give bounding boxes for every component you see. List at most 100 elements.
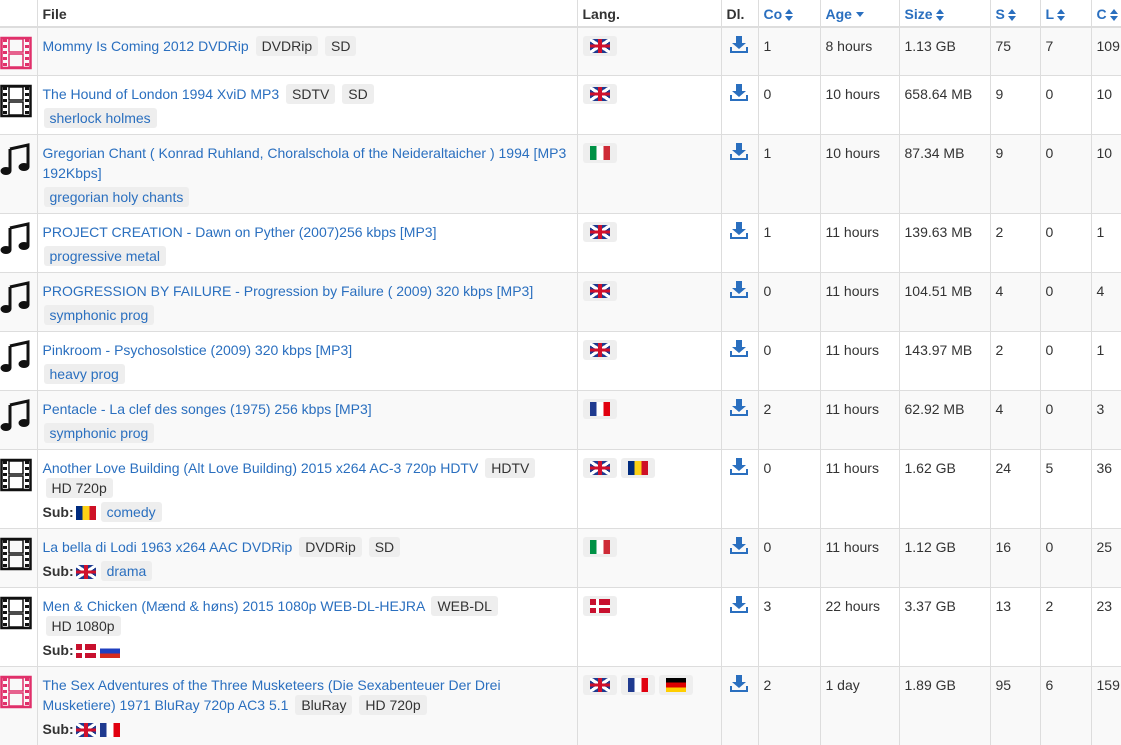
lang-cell xyxy=(577,332,721,391)
torrent-title-link[interactable]: Another Love Building (Alt Love Building… xyxy=(43,460,479,476)
header-s[interactable]: S xyxy=(990,0,1040,27)
sort-age-link[interactable]: Age xyxy=(826,6,852,22)
co-cell: 3 xyxy=(758,588,820,667)
music-note-icon xyxy=(0,143,37,182)
table-row: La bella di Lodi 1963 x264 AAC DVDRip DV… xyxy=(0,529,1121,588)
type-cell xyxy=(0,273,37,332)
flag-de-icon xyxy=(666,678,686,692)
download-icon[interactable] xyxy=(729,340,749,363)
sort-co-link[interactable]: Co xyxy=(764,6,783,22)
download-icon[interactable] xyxy=(729,84,749,107)
music-note-icon xyxy=(0,340,37,379)
torrent-title-link[interactable]: PROGRESSION BY FAILURE - Progression by … xyxy=(43,283,534,299)
l-cell: 0 xyxy=(1040,273,1091,332)
download-icon[interactable] xyxy=(729,36,749,59)
size-cell: 143.97 MB xyxy=(899,332,990,391)
size-cell: 1.62 GB xyxy=(899,450,990,529)
l-cell: 5 xyxy=(1040,450,1091,529)
download-cell xyxy=(721,450,758,529)
tag-line: heavy prog xyxy=(43,364,569,384)
size-cell: 1.12 GB xyxy=(899,529,990,588)
tag-link[interactable]: symphonic prog xyxy=(44,305,155,325)
flag-it-icon xyxy=(590,540,610,554)
language-flag xyxy=(659,675,693,695)
header-co[interactable]: Co xyxy=(758,0,820,27)
tag-link[interactable]: sherlock holmes xyxy=(44,108,157,128)
download-icon[interactable] xyxy=(729,537,749,560)
flag-it-icon xyxy=(590,146,610,160)
language-flag xyxy=(583,222,617,242)
flag-uk-icon xyxy=(590,39,610,53)
header-size[interactable]: Size xyxy=(899,0,990,27)
sort-desc-icon xyxy=(856,12,864,18)
torrent-title-link[interactable]: Pentacle - La clef des songes (1975) 256… xyxy=(43,401,372,417)
download-icon[interactable] xyxy=(729,675,749,698)
music-note-icon xyxy=(0,222,37,261)
file-cell: The Hound of London 1994 XviD MP3 SDTV S… xyxy=(37,76,577,135)
c-cell: 1 xyxy=(1091,332,1121,391)
download-icon[interactable] xyxy=(729,222,749,245)
language-flag xyxy=(583,143,617,163)
download-icon[interactable] xyxy=(729,399,749,422)
torrent-title-link[interactable]: Gregorian Chant ( Konrad Ruhland, Choral… xyxy=(43,145,567,181)
torrent-title-link[interactable]: Pinkroom - Psychosolstice (2009) 320 kbp… xyxy=(43,342,353,358)
sort-leechers-link[interactable]: L xyxy=(1046,6,1055,22)
sort-completed-link[interactable]: C xyxy=(1097,6,1107,22)
torrent-title-link[interactable]: PROJECT CREATION - Dawn on Pyther (2007)… xyxy=(43,224,437,240)
subtitle-flags xyxy=(76,642,124,658)
download-cell xyxy=(721,76,758,135)
torrent-title-link[interactable]: The Hound of London 1994 XviD MP3 xyxy=(43,86,280,102)
tag-link[interactable]: gregorian holy chants xyxy=(44,187,190,207)
l-cell: 0 xyxy=(1040,135,1091,214)
film-strip-icon xyxy=(0,84,37,123)
header-lang-label: Lang. xyxy=(583,6,620,22)
language-flag xyxy=(621,675,655,695)
download-icon[interactable] xyxy=(729,281,749,304)
tag-link[interactable]: symphonic prog xyxy=(44,423,155,443)
c-cell: 4 xyxy=(1091,273,1121,332)
torrent-title-link[interactable]: The Sex Adventures of the Three Musketee… xyxy=(43,677,501,713)
torrent-table: File Lang. Dl. Co Age Size S L C Mommy I… xyxy=(0,0,1121,745)
type-cell xyxy=(0,332,37,391)
lang-cell xyxy=(577,588,721,667)
tag-link[interactable]: comedy xyxy=(101,502,162,522)
sort-seeders-link[interactable]: S xyxy=(996,6,1005,22)
header-l[interactable]: L xyxy=(1040,0,1091,27)
film-strip-icon xyxy=(0,675,37,714)
download-cell xyxy=(721,391,758,450)
language-flag xyxy=(583,36,617,56)
flag-ru-icon xyxy=(100,644,120,658)
tag-link[interactable]: heavy prog xyxy=(44,364,125,384)
quality-badge: SD xyxy=(342,84,373,104)
flag-uk-icon xyxy=(590,343,610,357)
torrent-title-link[interactable]: Men & Chicken (Mænd & høns) 2015 1080p W… xyxy=(43,598,425,614)
sort-size-link[interactable]: Size xyxy=(905,6,933,22)
age-cell: 11 hours xyxy=(820,391,899,450)
quality-badge: DVDRip xyxy=(299,537,362,557)
c-cell: 3 xyxy=(1091,391,1121,450)
table-header: File Lang. Dl. Co Age Size S L C xyxy=(0,0,1121,27)
subtitle-flags xyxy=(76,721,124,737)
header-c[interactable]: C xyxy=(1091,0,1121,27)
download-cell xyxy=(721,588,758,667)
lang-cell xyxy=(577,135,721,214)
header-age[interactable]: Age xyxy=(820,0,899,27)
c-cell: 23 xyxy=(1091,588,1121,667)
tag-link[interactable]: progressive metal xyxy=(44,246,167,266)
age-cell: 8 hours xyxy=(820,27,899,76)
torrent-title-link[interactable]: La bella di Lodi 1963 x264 AAC DVDRip xyxy=(43,539,293,555)
torrent-title-link[interactable]: Mommy Is Coming 2012 DVDRip xyxy=(43,38,249,54)
l-cell: 7 xyxy=(1040,27,1091,76)
l-cell: 0 xyxy=(1040,529,1091,588)
co-cell: 0 xyxy=(758,450,820,529)
sort-icon xyxy=(936,9,944,21)
sort-icon xyxy=(785,9,793,21)
tag-link[interactable]: drama xyxy=(101,561,153,581)
co-cell: 2 xyxy=(758,667,820,745)
age-cell: 11 hours xyxy=(820,529,899,588)
download-icon[interactable] xyxy=(729,143,749,166)
quality-badge: BluRay xyxy=(295,695,352,715)
download-icon[interactable] xyxy=(729,596,749,619)
download-cell xyxy=(721,273,758,332)
download-icon[interactable] xyxy=(729,458,749,481)
